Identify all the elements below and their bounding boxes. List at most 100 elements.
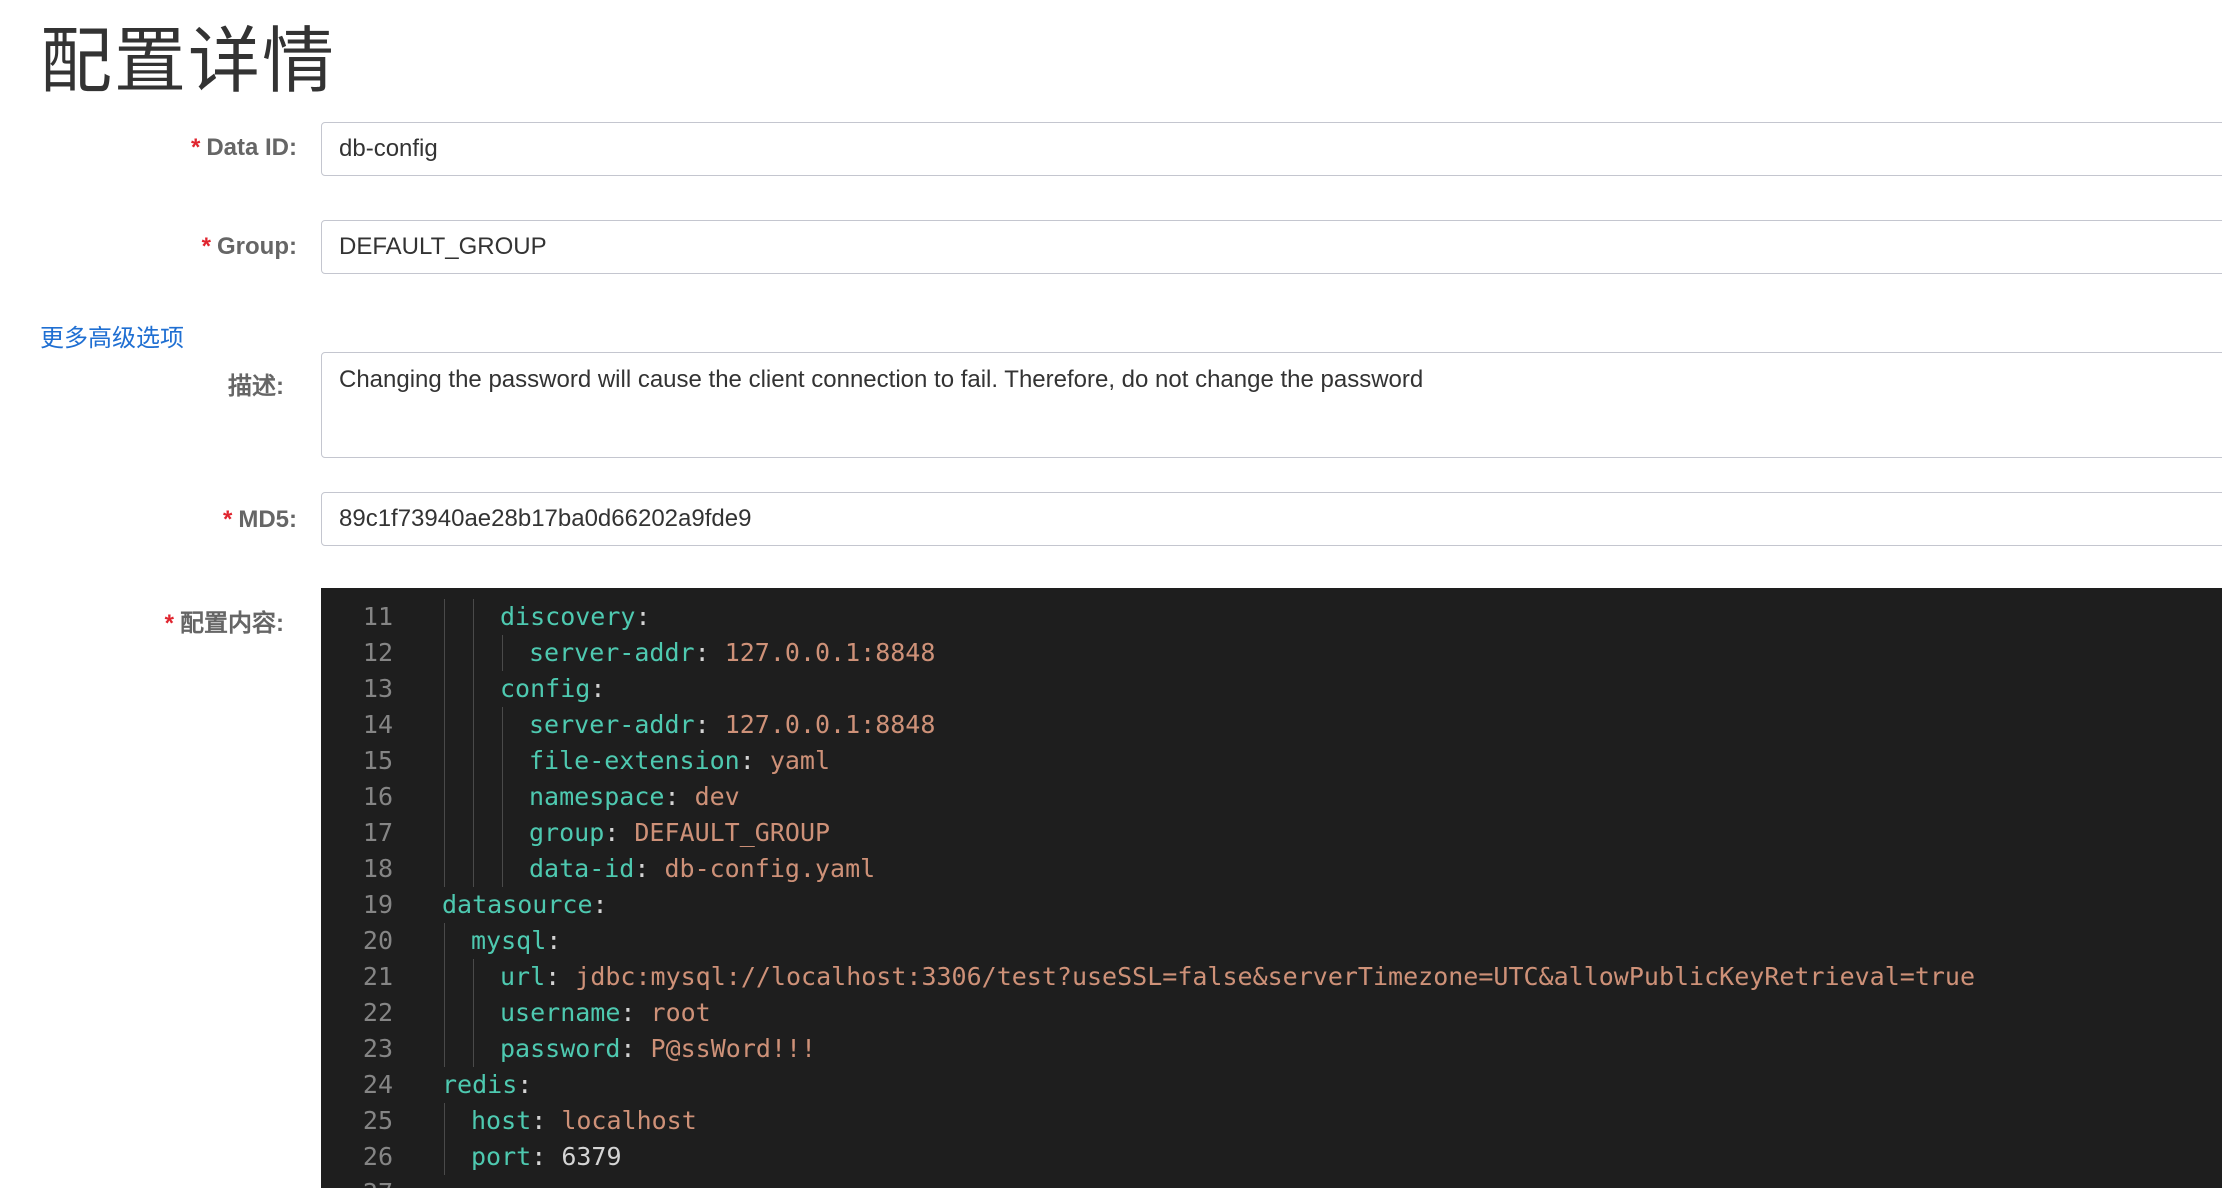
indent-guide: [444, 995, 445, 1031]
md5-value: 89c1f73940ae28b17ba0d66202a9fde9: [339, 505, 752, 532]
yaml-colon: :: [694, 710, 725, 739]
indent-guide: [473, 671, 474, 707]
yaml-value: 127.0.0.1:8848: [724, 638, 936, 667]
code-line: 17 group: DEFAULT_GROUP: [321, 815, 2222, 851]
yaml-value: 6379: [561, 1142, 622, 1171]
indent-guide: [473, 995, 474, 1031]
code-text: username: root: [500, 995, 711, 1031]
yaml-colon: :: [604, 818, 635, 847]
yaml-colon: :: [634, 854, 665, 883]
yaml-value: db-config.yaml: [664, 854, 876, 883]
line-number: 21: [362, 962, 393, 991]
yaml-key: config: [500, 674, 591, 703]
line-number: 15: [362, 746, 393, 775]
required-marker: *: [164, 610, 174, 637]
yaml-colon: :: [664, 782, 695, 811]
yaml-colon: :: [531, 1106, 562, 1135]
indent-guide: [502, 851, 503, 887]
yaml-value: localhost: [561, 1106, 697, 1135]
code-text: config:: [500, 671, 605, 707]
yaml-colon: :: [590, 674, 606, 703]
required-marker: *: [190, 134, 201, 161]
code-text: data-id: db-config.yaml: [529, 851, 875, 887]
code-line: 21 url: jdbc:mysql://localhost:3306/test?…: [321, 959, 2222, 995]
code-line: 25 host: localhost: [321, 1103, 2222, 1139]
indent-guide: [444, 1139, 445, 1175]
indent-guide: [502, 635, 503, 671]
code-line: 11 discovery:: [321, 599, 2222, 635]
indent-guide: [444, 671, 445, 707]
yaml-value: P@ssWord!!!: [650, 1034, 817, 1063]
line-number: 16: [362, 782, 393, 811]
yaml-key: discovery: [500, 602, 636, 631]
code-line: 27: [321, 1175, 2222, 1188]
yaml-key: url: [500, 962, 546, 991]
line-number: 11: [362, 602, 393, 631]
yaml-key: username: [500, 998, 621, 1027]
code-line: 19 datasource:: [321, 887, 2222, 923]
yaml-key: host: [471, 1106, 532, 1135]
code-line: 18 data-id: db-config.yaml: [321, 851, 2222, 887]
yaml-key: mysql: [471, 926, 547, 955]
description-label: 描述:: [228, 366, 284, 401]
group-value: DEFAULT_GROUP: [339, 233, 547, 260]
yaml-value: root: [650, 998, 711, 1027]
group-input[interactable]: DEFAULT_GROUP: [321, 220, 2222, 274]
yaml-key: data-id: [529, 854, 635, 883]
description-label-text: 描述:: [228, 373, 284, 400]
yaml-colon: :: [739, 746, 770, 775]
line-number: 12: [362, 638, 393, 667]
more-advanced-options-link[interactable]: 更多高级选项: [40, 318, 184, 353]
content-label: * 配置内容:: [165, 603, 284, 638]
code-line: 16 namespace: dev: [321, 779, 2222, 815]
description-value: Changing the password will cause the cli…: [339, 366, 1424, 393]
line-number: 22: [362, 998, 393, 1027]
line-number: 17: [362, 818, 393, 847]
description-textarea[interactable]: Changing the password will cause the cli…: [321, 352, 2222, 458]
code-text: group: DEFAULT_GROUP: [529, 815, 830, 851]
yaml-value: yaml: [769, 746, 831, 775]
indent-guide: [502, 815, 503, 851]
code-text: port: 6379: [471, 1139, 622, 1175]
code-line: 20 mysql:: [321, 923, 2222, 959]
code-line: 26 port: 6379: [321, 1139, 2222, 1175]
yaml-colon: :: [546, 926, 562, 955]
yaml-key: file-extension: [529, 746, 740, 775]
indent-guide: [444, 815, 445, 851]
code-text: server-addr: 127.0.0.1:8848: [529, 635, 935, 671]
yaml-key: group: [529, 818, 605, 847]
indent-guide: [444, 923, 445, 959]
indent-guide: [444, 599, 445, 635]
code-editor[interactable]: 11 discovery: 12 server-addr: 127.0.0.1:884…: [321, 588, 2222, 1188]
indent-guide: [502, 779, 503, 815]
indent-guide: [473, 779, 474, 815]
group-label: * Group:: [202, 233, 297, 261]
code-text: file-extension: yaml: [529, 743, 830, 779]
md5-input[interactable]: 89c1f73940ae28b17ba0d66202a9fde9: [321, 492, 2222, 546]
yaml-colon: :: [620, 998, 651, 1027]
line-number: 19: [362, 890, 393, 919]
yaml-value: DEFAULT_GROUP: [634, 818, 831, 847]
yaml-key: server-addr: [529, 710, 695, 739]
indent-guide: [473, 959, 474, 995]
yaml-colon: :: [592, 890, 608, 919]
indent-guide: [473, 743, 474, 779]
yaml-colon: :: [620, 1034, 651, 1063]
group-label-text: Group:: [217, 233, 297, 260]
line-number: 20: [362, 926, 393, 955]
line-number: 26: [362, 1142, 393, 1171]
code-text: redis:: [442, 1067, 532, 1103]
line-number: 23: [362, 1034, 393, 1063]
line-number: 27: [321, 1175, 393, 1188]
data-id-input[interactable]: db-config: [321, 122, 2222, 176]
data-id-value: db-config: [339, 135, 438, 162]
indent-guide: [444, 851, 445, 887]
code-line: 14 server-addr: 127.0.0.1:8848: [321, 707, 2222, 743]
yaml-colon: :: [545, 962, 576, 991]
yaml-colon: :: [635, 602, 651, 631]
code-text: password: P@ssWord!!!: [500, 1031, 816, 1067]
yaml-key: namespace: [529, 782, 665, 811]
code-text: datasource:: [442, 887, 608, 923]
yaml-key: redis: [442, 1070, 518, 1099]
line-number: 18: [362, 854, 393, 883]
